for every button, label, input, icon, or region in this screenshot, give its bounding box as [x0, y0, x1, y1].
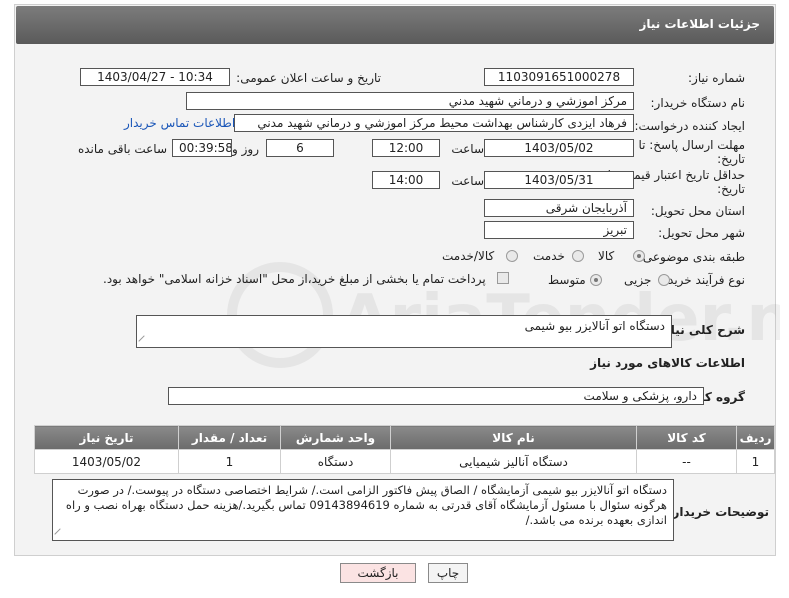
deadline-time-field: 12:00 [372, 139, 440, 157]
deadline-date-field: 1403/05/02 [484, 139, 634, 157]
validity-time-label: ساعت [451, 174, 484, 188]
summary-text: دستگاه اتو آنالایزر بیو شیمی [524, 319, 665, 333]
category-option-service: خدمت [533, 249, 565, 263]
category-option-goods: کالا [598, 249, 615, 263]
remaining-label: ساعت باقی مانده [77, 142, 167, 156]
cell-code: -- [636, 449, 737, 474]
category-radio-goods-service[interactable] [506, 250, 518, 262]
goods-info-title: اطلاعات کالاهای مورد نیاز [590, 356, 745, 370]
summary-textarea: دستگاه اتو آنالایزر بیو شیمی [136, 315, 672, 348]
treasury-payment-checkbox[interactable] [497, 272, 509, 284]
col-need-date: تاریخ نیاز [34, 425, 179, 450]
col-code: کد کالا [636, 425, 737, 450]
province-label: استان محل تحویل: [650, 204, 745, 218]
cell-unit: دستگاه [280, 449, 391, 474]
deadline-time-label: ساعت [451, 142, 484, 156]
process-option-minor: جزیی [624, 273, 652, 287]
buyer-field: مرکز اموزشي و درماني شهيد مدني [186, 92, 634, 110]
resize-handle-icon[interactable] [138, 335, 150, 347]
cell-row: 1 [736, 449, 775, 474]
cell-quantity: 1 [178, 449, 281, 474]
cell-name: دستگاه آنالیز شیمیایی [390, 449, 637, 474]
buyer-notes-textarea: دستگاه اتو آنالایزر بیو شیمی آزمایشگاه /… [52, 479, 674, 541]
back-button[interactable]: بازگشت [340, 563, 416, 583]
table-row: 1 -- دستگاه آنالیز شیمیایی دستگاه 1 1403… [34, 449, 775, 474]
buyer-notes-text: دستگاه اتو آنالایزر بیو شیمی آزمایشگاه /… [65, 483, 667, 527]
deadline-label: مهلت ارسال پاسخ: تا [638, 138, 745, 152]
buyer-contact-link[interactable]: اطلاعات تماس خریدار [124, 116, 235, 130]
deadline-label-date: تاریخ: [717, 152, 745, 166]
goods-group-field: دارو، پزشکی و سلامت [168, 387, 704, 405]
table-header-row: ردیف کد کالا نام کالا واحد شمارش تعداد /… [34, 425, 775, 450]
category-radio-goods[interactable] [633, 250, 645, 262]
col-name: نام کالا [390, 425, 637, 450]
announce-field: 1403/04/27 - 10:34 [80, 68, 230, 86]
validity-time-field: 14:00 [372, 171, 440, 189]
need-number-label: شماره نیاز: [688, 71, 745, 85]
category-option-goods-service: کالا/خدمت [442, 249, 495, 263]
col-row: ردیف [736, 425, 775, 450]
city-field: تبریز [484, 221, 634, 239]
remaining-time-field: 00:39:58 [172, 139, 232, 157]
process-radio-minor[interactable] [658, 274, 670, 286]
panel-titlebar: جزئیات اطلاعات نیاز [16, 6, 774, 44]
creator-field: فرهاد ایزدی کارشناس بهداشت محیط مرکز امو… [234, 114, 634, 132]
province-field: آذربایجان شرقی [484, 199, 634, 217]
category-label: طبقه بندی موضوعی: [638, 250, 745, 264]
need-number-field: 1103091651000278 [484, 68, 634, 86]
creator-label: ایجاد کننده درخواست: [634, 119, 745, 133]
announce-label: تاریخ و ساعت اعلان عمومی: [236, 71, 381, 85]
process-option-medium: متوسط [548, 273, 586, 287]
city-label: شهر محل تحویل: [658, 226, 745, 240]
cell-need-date: 1403/05/02 [34, 449, 179, 474]
items-table: ردیف کد کالا نام کالا واحد شمارش تعداد /… [34, 425, 775, 474]
print-button[interactable]: چاپ [428, 563, 468, 583]
process-label: نوع فرآیند خرید : [660, 273, 745, 287]
buyer-notes-label: توضیحات خریدار: [667, 505, 769, 519]
process-radio-medium[interactable] [590, 274, 602, 286]
col-unit: واحد شمارش [280, 425, 391, 450]
buyer-label: نام دستگاه خریدار: [650, 96, 746, 110]
page-title: جزئیات اطلاعات نیاز [639, 17, 760, 31]
category-radio-service[interactable] [572, 250, 584, 262]
validity-date-field: 1403/05/31 [484, 171, 634, 189]
validity-label-date: تاریخ: [717, 182, 745, 196]
resize-handle-icon[interactable] [54, 528, 66, 540]
days-label: روز و [232, 142, 259, 156]
days-field: 6 [266, 139, 334, 157]
col-quantity: تعداد / مقدار [178, 425, 281, 450]
treasury-payment-note: پرداخت تمام یا بخشی از مبلغ خرید،از محل … [103, 272, 486, 286]
